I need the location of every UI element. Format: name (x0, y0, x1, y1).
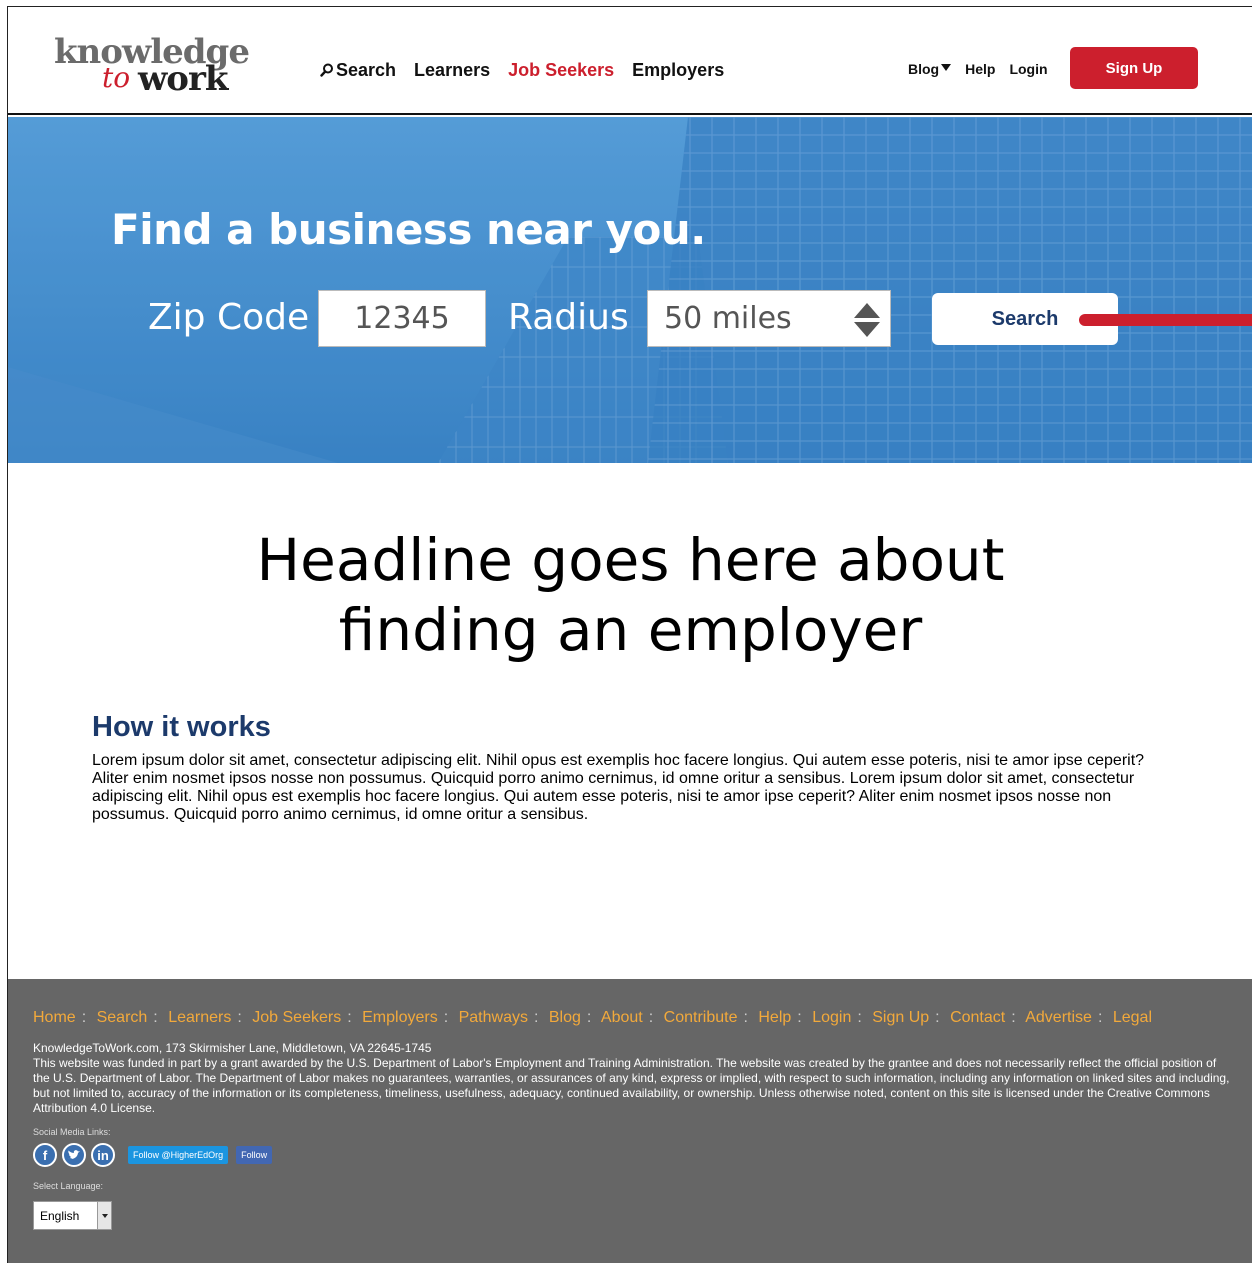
separator: : (81, 1009, 87, 1026)
twitter-follow-label: Follow @HigherEdOrg (133, 1150, 224, 1160)
twitter-bird-icon (68, 1150, 80, 1159)
separator: : (443, 1009, 449, 1026)
separator: : (797, 1009, 802, 1026)
hero-banner: Find a business near you. Zip Code 12345… (8, 117, 1252, 463)
decorative-red-bar (1079, 314, 1252, 326)
how-it-works-body: Lorem ipsum dolor sit amet, consectetur … (92, 752, 1145, 823)
language-value: English (40, 1208, 80, 1223)
nav-search-label: Search (336, 60, 397, 80)
zip-code-label: Zip Code (148, 297, 310, 338)
building-background-image (8, 117, 1252, 463)
page: knowledge to work Search Learners Job Se… (7, 6, 1252, 1263)
social-media-links: f in Follow @HigherEdOrg Follow (33, 1143, 273, 1167)
footer-link-sign-up[interactable]: Sign Up (872, 1009, 929, 1026)
nav-help[interactable]: Help (965, 61, 995, 77)
linkedin-icon[interactable]: in (91, 1143, 115, 1167)
footer-link-contribute[interactable]: Contribute (664, 1009, 738, 1026)
zip-code-input[interactable]: 12345 (318, 290, 486, 347)
nav-login[interactable]: Login (1009, 61, 1047, 77)
footer-links: Home: Search: Learners: Job Seekers: Emp… (33, 1009, 1152, 1027)
sign-up-button[interactable]: Sign Up (1070, 47, 1198, 89)
footer-disclaimer: This website was funded in part by a gra… (33, 1056, 1230, 1115)
select-language-label: Select Language: (33, 1181, 104, 1191)
nav-job-seekers[interactable]: Job Seekers (508, 59, 614, 81)
nav-blog-label: Blog (908, 61, 940, 77)
twitter-icon[interactable] (62, 1143, 86, 1167)
site-footer: Home: Search: Learners: Job Seekers: Emp… (8, 979, 1252, 1263)
radius-label: Radius (508, 297, 629, 338)
separator: : (533, 1009, 539, 1026)
separator: : (743, 1009, 748, 1026)
separator: : (586, 1009, 592, 1026)
footer-link-pathways[interactable]: Pathways (459, 1009, 528, 1026)
search-icon (320, 63, 333, 77)
nav-blog-dropdown[interactable]: Blog (908, 61, 952, 77)
caret-down-icon (941, 63, 952, 71)
page-headline: Headline goes here about finding an empl… (8, 525, 1252, 665)
secondary-nav: Blog Help Login (908, 61, 1062, 77)
footer-link-job-seekers[interactable]: Job Seekers (252, 1009, 341, 1026)
separator: : (1011, 1009, 1016, 1026)
social-media-label: Social Media Links: (33, 1127, 111, 1137)
footer-link-about[interactable]: About (601, 1009, 643, 1026)
footer-link-employers[interactable]: Employers (362, 1009, 438, 1026)
twitter-follow-button[interactable]: Follow @HigherEdOrg (128, 1146, 229, 1164)
separator: : (648, 1009, 654, 1026)
radius-value: 50 miles (664, 301, 792, 336)
footer-link-home[interactable]: Home (33, 1009, 76, 1026)
footer-link-contact[interactable]: Contact (950, 1009, 1005, 1026)
footer-address: KnowledgeToWork.com, 173 Skirmisher Lane… (33, 1041, 432, 1055)
radius-select[interactable]: 50 miles (647, 290, 891, 347)
nav-learners[interactable]: Learners (414, 59, 490, 81)
logo-text-work: work (138, 59, 228, 99)
language-select[interactable]: English (33, 1201, 112, 1230)
separator: : (153, 1009, 158, 1026)
separator: : (347, 1009, 352, 1026)
footer-link-learners[interactable]: Learners (168, 1009, 231, 1026)
separator: : (935, 1009, 940, 1026)
headline-line-1: Headline goes here about (256, 526, 1005, 594)
nav-employers[interactable]: Employers (632, 59, 724, 81)
site-header: knowledge to work Search Learners Job Se… (8, 7, 1252, 115)
separator: : (857, 1009, 862, 1026)
nav-search[interactable]: Search (320, 59, 396, 81)
logo-text-to: to (102, 61, 131, 94)
footer-link-blog[interactable]: Blog (549, 1009, 581, 1026)
facebook-icon[interactable]: f (33, 1143, 57, 1167)
hero-title: Find a business near you. (111, 205, 706, 254)
footer-link-login[interactable]: Login (812, 1009, 851, 1026)
footer-link-search[interactable]: Search (97, 1009, 148, 1026)
how-it-works-heading: How it works (92, 711, 271, 743)
headline-line-2: finding an employer (338, 596, 923, 664)
dropdown-arrow-icon (97, 1202, 111, 1229)
facebook-follow-label: Follow (241, 1150, 268, 1160)
separator: : (1097, 1009, 1103, 1026)
footer-link-help[interactable]: Help (758, 1009, 791, 1026)
main-nav: Search Learners Job Seekers Employers (320, 59, 742, 81)
separator: : (237, 1009, 242, 1026)
facebook-follow-button[interactable]: Follow (236, 1146, 273, 1164)
footer-link-advertise[interactable]: Advertise (1025, 1009, 1092, 1026)
footer-link-legal[interactable]: Legal (1113, 1009, 1152, 1026)
up-down-arrows-icon (854, 303, 880, 337)
site-logo[interactable]: knowledge to work (54, 35, 269, 101)
